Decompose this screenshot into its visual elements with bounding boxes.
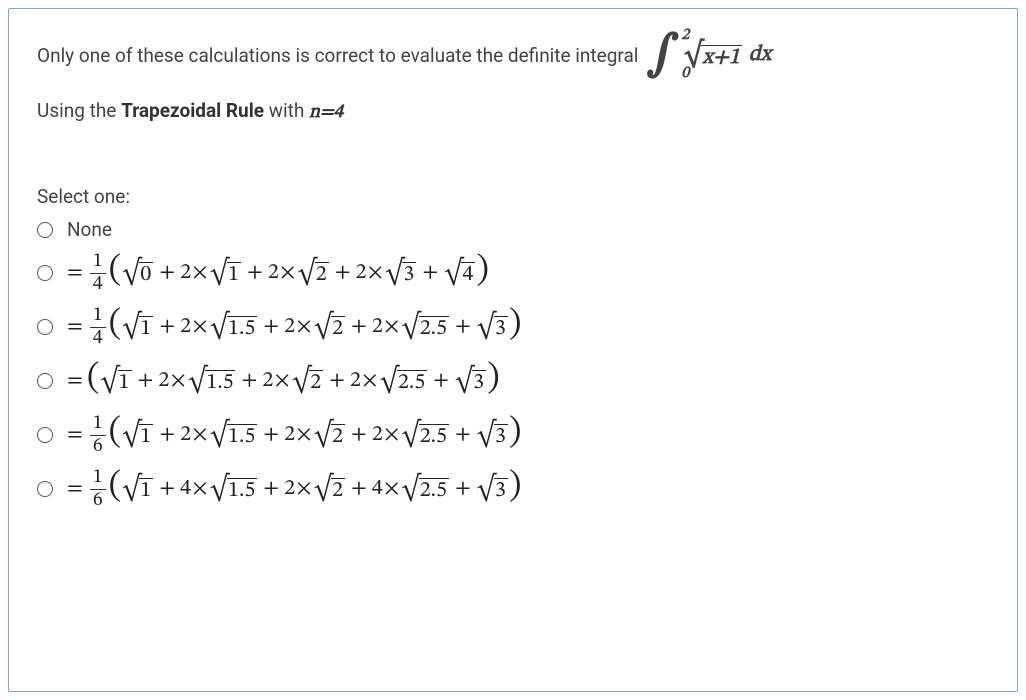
sqrt: √1 xyxy=(122,312,153,342)
option-expression: =16(√1+4×√1.5+2×√2+4×√2.5+√3) xyxy=(67,467,521,511)
fraction: 16 xyxy=(90,468,106,511)
sqrt: √0 xyxy=(122,258,153,288)
question-container: Only one of these calculations is correc… xyxy=(8,8,1018,692)
sqrt: √1.5 xyxy=(210,312,257,342)
sqrt: √2 xyxy=(314,312,345,342)
sqrt: √3 xyxy=(477,312,508,342)
option-row[interactable]: =(√1+2×√1.5+2×√2+2×√2.5+√3) xyxy=(37,359,989,403)
sqrt: √1.5 xyxy=(210,474,257,504)
sqrt: √1 xyxy=(100,366,131,396)
sqrt: √1 xyxy=(122,420,153,450)
sqrt: √2.5 xyxy=(380,366,427,396)
rule-name: Trapezoidal Rule xyxy=(121,99,264,122)
options-list: None =14(√0+2×√1+2×√2+2×√3+√4) =14(√1+2×√1… xyxy=(37,218,989,511)
integral-symbol: ∫ 2 0 xyxy=(646,31,679,79)
intro-text: Only one of these calculations is correc… xyxy=(37,44,638,67)
option-row[interactable]: =16(√1+4×√1.5+2×√2+4×√2.5+√3) xyxy=(37,467,989,511)
with-text: with xyxy=(264,99,309,122)
sqrt: √2.5 xyxy=(402,474,449,504)
integral-sqrt: √ x+1 xyxy=(684,40,742,70)
integral-dx: dx xyxy=(749,41,771,69)
sqrt: √2.5 xyxy=(402,420,449,450)
sqrt: √3 xyxy=(477,420,508,450)
using-line: Using the Trapezoidal Rule with n=4 xyxy=(37,99,989,125)
using-prefix: Using the xyxy=(37,99,121,122)
sqrt: √4 xyxy=(444,258,475,288)
sqrt: √2 xyxy=(292,366,323,396)
sqrt: √3 xyxy=(477,474,508,504)
fraction: 14 xyxy=(90,252,106,295)
option-expression: =(√1+2×√1.5+2×√2+2×√2.5+√3) xyxy=(67,359,500,403)
fraction: 14 xyxy=(90,306,106,349)
radio-button[interactable] xyxy=(37,265,53,281)
option-expression: =16(√1+2×√1.5+2×√2+2×√2.5+√3) xyxy=(67,413,521,457)
radio-button[interactable] xyxy=(37,319,53,335)
option-row[interactable]: None xyxy=(37,218,989,241)
option-label: None xyxy=(67,218,112,241)
radio-button[interactable] xyxy=(37,427,53,443)
option-row[interactable]: =14(√0+2×√1+2×√2+2×√3+√4) xyxy=(37,251,989,295)
sqrt: √1 xyxy=(210,258,241,288)
integral-expression: ∫ 2 0 √ x+1 dx xyxy=(646,31,771,79)
radio-button[interactable] xyxy=(37,222,53,238)
option-expression: =14(√1+2×√1.5+2×√2+2×√2.5+√3) xyxy=(67,305,521,349)
sqrt: √1.5 xyxy=(210,420,257,450)
n-value: n=4 xyxy=(309,103,343,122)
option-row[interactable]: =16(√1+2×√1.5+2×√2+2×√2.5+√3) xyxy=(37,413,989,457)
sqrt: √3 xyxy=(385,258,416,288)
sqrt: √2 xyxy=(314,420,345,450)
sqrt: √3 xyxy=(455,366,486,396)
radio-button[interactable] xyxy=(37,481,53,497)
sqrt: √2 xyxy=(298,258,329,288)
intro-line: Only one of these calculations is correc… xyxy=(37,31,989,79)
sqrt: √1 xyxy=(122,474,153,504)
option-expression: =14(√0+2×√1+2×√2+2×√3+√4) xyxy=(67,251,489,295)
sqrt: √2.5 xyxy=(402,312,449,342)
fraction: 16 xyxy=(90,414,106,457)
radio-button[interactable] xyxy=(37,373,53,389)
sqrt: √1.5 xyxy=(188,366,235,396)
select-one-label: Select one: xyxy=(37,185,989,208)
option-row[interactable]: =14(√1+2×√1.5+2×√2+2×√2.5+√3) xyxy=(37,305,989,349)
sqrt: √2 xyxy=(314,474,345,504)
